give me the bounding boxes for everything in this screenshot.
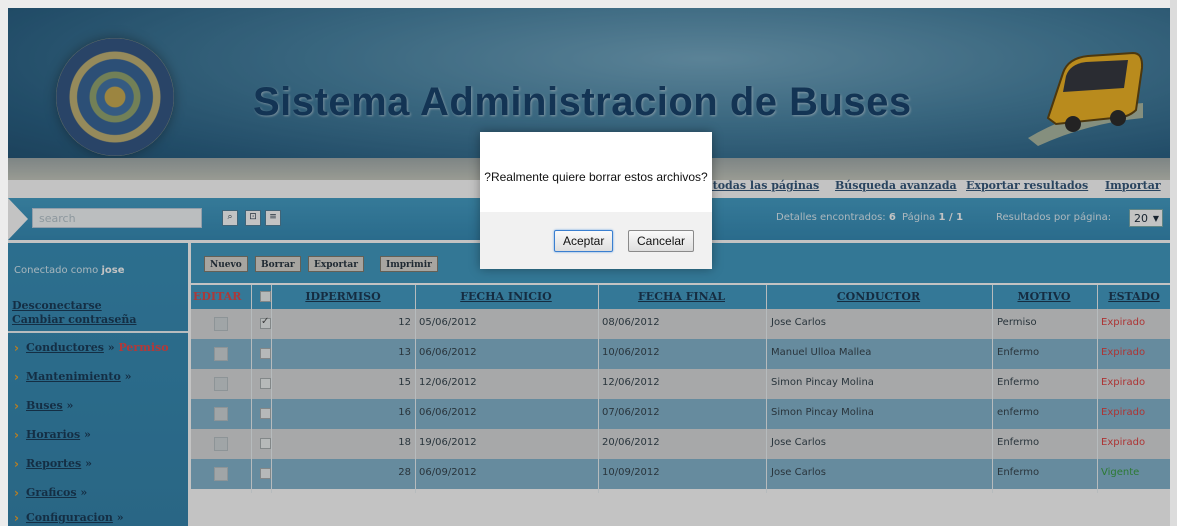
dialog-message: ?Realmente quiere borrar estos archivos? bbox=[484, 170, 708, 184]
cancel-button[interactable]: Cancelar bbox=[628, 230, 695, 252]
dialog-footer: Aceptar Cancelar bbox=[480, 212, 712, 269]
scrollbar[interactable] bbox=[1170, 0, 1177, 526]
confirm-dialog: ?Realmente quiere borrar estos archivos?… bbox=[480, 132, 712, 269]
ok-button[interactable]: Aceptar bbox=[554, 230, 614, 252]
page: Sistema Administracion de Buses r todas … bbox=[8, 8, 1170, 526]
